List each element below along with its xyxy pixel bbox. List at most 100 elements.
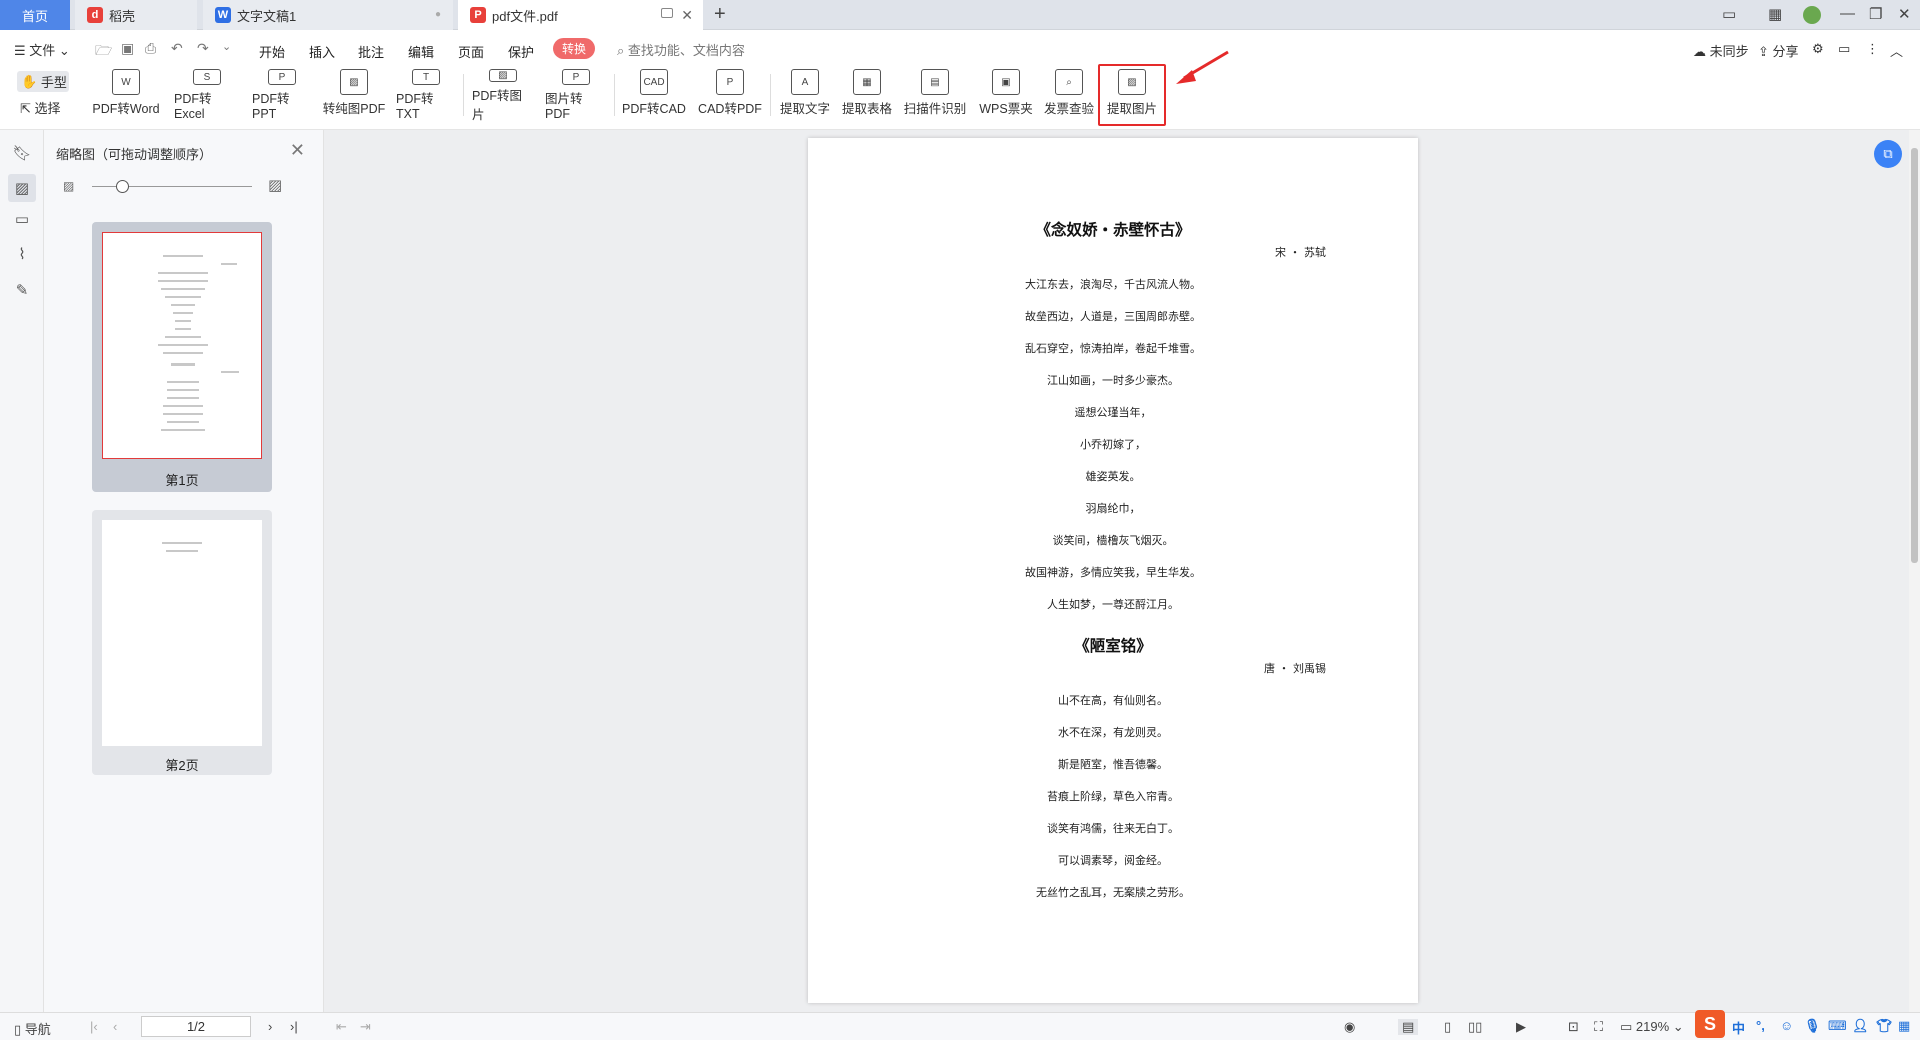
print-icon[interactable]: ⎙ (145, 40, 156, 57)
play-icon[interactable]: ▶ (1516, 1019, 1526, 1035)
nav-label: 导航 (24, 1022, 51, 1037)
nav-button[interactable]: ▯ 导航 (14, 1019, 51, 1038)
large-thumb-icon[interactable]: ▨ (268, 176, 282, 194)
redo-icon[interactable]: ↷ (197, 40, 209, 57)
apps-grid-icon[interactable]: ▦ (1768, 5, 1782, 23)
tab-document[interactable]: W 文字文稿1 ● (203, 0, 453, 30)
quick-access-more-icon[interactable]: ⌄ (222, 40, 231, 53)
settings-icon[interactable]: ⚙ (1812, 41, 1824, 57)
unsaved-dot-icon: ● (434, 9, 441, 20)
image-to-pdf-icon: P (562, 69, 590, 85)
menu-edit[interactable]: 编辑 (408, 42, 434, 61)
back-icon[interactable]: ⇤ (336, 1019, 347, 1035)
search-box[interactable]: ⌕ 查找功能、文档内容 (617, 40, 745, 59)
pdf-to-word-button[interactable]: W PDF转Word (92, 69, 160, 121)
pdf-to-excel-icon: S (193, 69, 221, 85)
undo-icon[interactable]: ↶ (171, 40, 183, 57)
tab-daoke[interactable]: d 稻壳 (75, 0, 197, 30)
next-page-icon[interactable]: › (268, 1019, 272, 1034)
prev-page-icon[interactable]: ‹ (113, 1019, 117, 1034)
ribbon-separator (463, 74, 464, 116)
hand-tool[interactable]: ✋ 手型 (17, 71, 69, 92)
ime-mic-icon[interactable]: 🎙︎ (1804, 1018, 1821, 1034)
extract-text-button[interactable]: A 提取文字 (777, 69, 833, 121)
thumbnail-page-2[interactable]: 第2页 (92, 510, 272, 775)
ime-punct-icon[interactable]: °, (1756, 1018, 1765, 1033)
fit-page-icon[interactable]: ⛶ (1594, 1019, 1603, 1035)
scan-recognize-button[interactable]: ▤ 扫描件识别 (902, 69, 968, 121)
signature-icon[interactable]: ✎ (13, 281, 31, 299)
single-page-icon[interactable]: ▤ (1398, 1019, 1419, 1035)
pdf-to-txt-button[interactable]: T PDF转TXT (396, 69, 456, 121)
continuous-page-icon[interactable]: ▯ (1444, 1019, 1451, 1035)
tab-home[interactable]: 首页 (0, 0, 70, 30)
thumbnail-label: 第2页 (165, 758, 199, 773)
save-icon[interactable]: ▣ (121, 40, 134, 57)
double-page-icon[interactable]: ▯▯ (1468, 1019, 1482, 1035)
poem-line: 雄姿英发。 (1085, 470, 1141, 483)
comment-icon[interactable]: ▭ (1838, 41, 1850, 57)
minimize-icon[interactable]: — (1840, 5, 1855, 22)
ime-language[interactable]: 中 (1732, 1018, 1745, 1037)
first-page-icon[interactable]: |‹ (90, 1019, 98, 1034)
thumbnail-icon[interactable]: ▨ (8, 174, 36, 202)
tab-pdf[interactable]: P pdf文件.pdf ✕ (458, 0, 703, 30)
ime-menu-icon[interactable]: ▦ (1898, 1018, 1910, 1034)
sync-button[interactable]: ☁ 未同步 (1693, 41, 1749, 60)
fit-width-icon[interactable]: ⊡ (1568, 1019, 1579, 1035)
pdf-to-image-button[interactable]: ▨ PDF转图片 (472, 69, 534, 122)
more-icon[interactable]: ⋮ (1866, 41, 1879, 57)
collapse-ribbon-icon[interactable]: ︿ (1890, 41, 1903, 60)
floating-tool-icon[interactable]: ⧉ (1874, 140, 1902, 168)
ime-logo[interactable]: S (1695, 1010, 1725, 1038)
attachment-icon[interactable]: ⌇ (13, 245, 31, 263)
close-tab-icon[interactable]: ✕ (681, 7, 693, 24)
restore-icon[interactable]: ❐ (1869, 5, 1882, 23)
file-menu-label: 文件 (29, 43, 56, 58)
small-thumb-icon[interactable]: ▨ (63, 179, 74, 193)
new-tab-icon[interactable]: + (714, 3, 726, 26)
pdf-to-ppt-button[interactable]: P PDF转PPT (252, 69, 312, 121)
pdf-to-cad-button[interactable]: CAD PDF转CAD (622, 69, 686, 121)
open-icon[interactable]: 🗁 (95, 40, 112, 64)
ticket-folder-button[interactable]: ▣ WPS票夹 (978, 69, 1034, 121)
thumbnail-page-1[interactable]: 第1页 (92, 222, 272, 492)
image-to-pdf-button[interactable]: P 图片转PDF (545, 69, 607, 121)
page-number-input[interactable]: 1/2 (141, 1016, 251, 1037)
ime-emoji-icon[interactable]: ☺ (1780, 1018, 1793, 1033)
ime-skin-icon[interactable]: 👕︎ (1876, 1018, 1893, 1034)
invoice-check-button[interactable]: ⌕ 发票查验 (1041, 69, 1097, 121)
menu-convert[interactable]: 转换 (553, 38, 595, 59)
to-image-pdf-icon: ▨ (340, 69, 368, 95)
menu-comment[interactable]: 批注 (358, 42, 384, 61)
document-viewer[interactable]: 《念奴娇・赤壁怀古》 宋 ・ 苏轼 大江东去，浪淘尽，千古风流人物。 故垒西边，… (324, 130, 1909, 1012)
forward-icon[interactable]: ⇥ (360, 1019, 371, 1035)
zoom-control[interactable]: ▭ 219% ⌄ (1620, 1019, 1684, 1035)
last-page-icon[interactable]: ›| (290, 1019, 298, 1034)
share-button[interactable]: ⇪ 分享 (1758, 41, 1799, 60)
comment-list-icon[interactable]: ▭ (13, 210, 31, 228)
extract-table-button[interactable]: ▦ 提取表格 (839, 69, 895, 121)
poem-line: 谈笑间，樯橹灰飞烟灭。 (1052, 534, 1174, 547)
close-window-icon[interactable]: ✕ (1898, 5, 1911, 23)
pdf-to-excel-button[interactable]: S PDF转Excel (174, 69, 240, 121)
ime-user-icon[interactable]: 👤︎ (1852, 1018, 1869, 1034)
window-mode-icon[interactable] (661, 8, 673, 18)
file-menu[interactable]: ☰ 文件 ⌄ (14, 40, 70, 59)
vertical-scrollbar[interactable] (1909, 130, 1920, 1012)
select-tool[interactable]: ⇱ 选择 (20, 98, 61, 117)
to-image-pdf-button[interactable]: ▨ 转纯图PDF (322, 69, 386, 121)
cad-to-pdf-button[interactable]: P CAD转PDF (698, 69, 762, 121)
menu-insert[interactable]: 插入 (309, 42, 335, 61)
slider-knob[interactable] (116, 180, 129, 193)
bookmark-icon[interactable]: 🔖︎ (12, 144, 31, 162)
menu-page[interactable]: 页面 (458, 42, 484, 61)
avatar[interactable] (1803, 6, 1821, 24)
menu-protect[interactable]: 保护 (508, 42, 534, 61)
layout-icon[interactable]: ▭ (1722, 5, 1736, 23)
eye-protect-icon[interactable]: ◉ (1344, 1019, 1355, 1035)
ime-keyboard-icon[interactable]: ⌨ (1828, 1018, 1847, 1034)
close-panel-icon[interactable]: ✕ (290, 140, 305, 161)
menu-start[interactable]: 开始 (259, 42, 285, 61)
scrollbar-thumb[interactable] (1911, 148, 1918, 563)
